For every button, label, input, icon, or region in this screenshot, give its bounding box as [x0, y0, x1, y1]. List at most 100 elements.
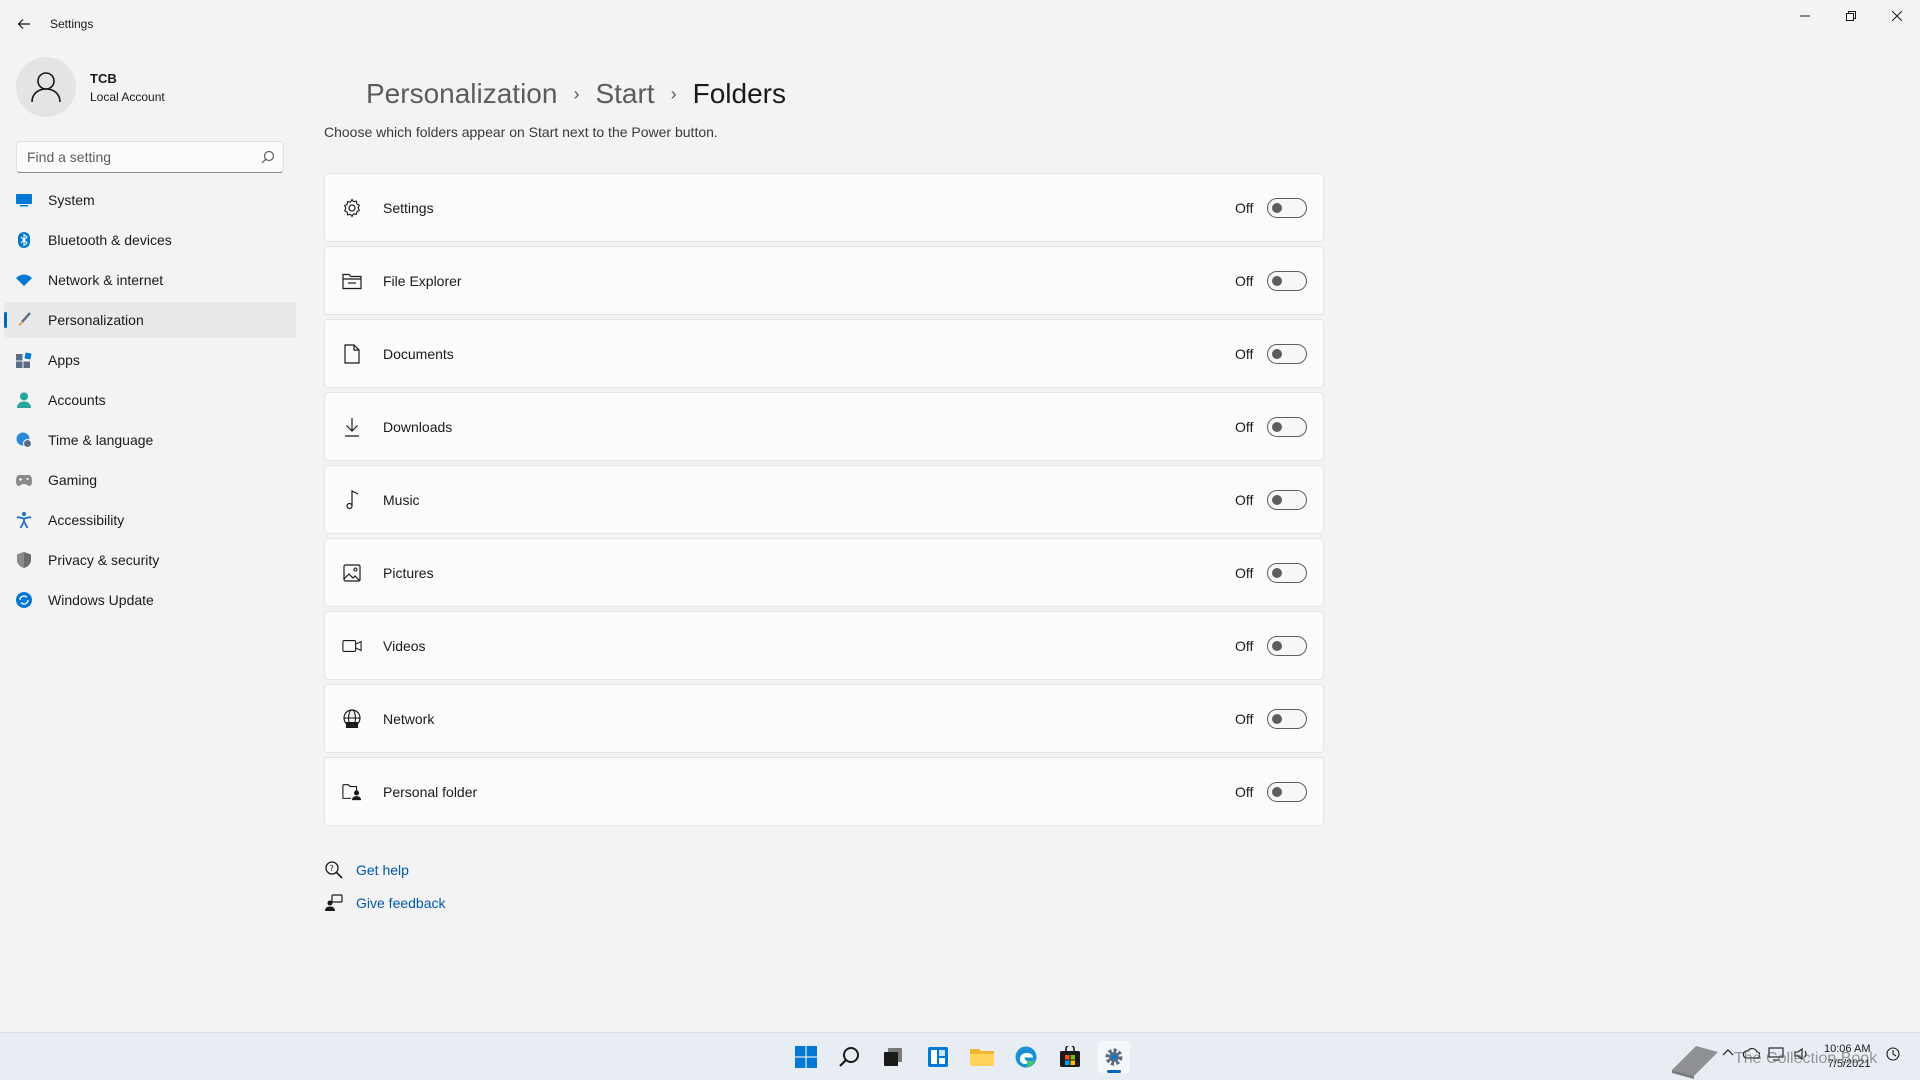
toggle-state: Off [1235, 273, 1254, 289]
sidebar-item-label: Network & internet [48, 272, 164, 288]
get-help-item[interactable]: ? Get help [324, 860, 446, 880]
videos-toggle[interactable] [1267, 636, 1307, 656]
music-toggle[interactable] [1267, 490, 1307, 510]
breadcrumb-start[interactable]: Start [595, 78, 654, 110]
sidebar-nav: System Bluetooth & devices Network & int… [4, 182, 296, 622]
folder-label: Videos [383, 638, 426, 654]
title-bar: Settings [0, 0, 1920, 48]
give-feedback-item[interactable]: Give feedback [324, 893, 446, 913]
task-view-icon[interactable] [877, 1041, 909, 1073]
folder-row-downloads: Downloads Off [324, 392, 1324, 461]
sidebar-item-network-internet[interactable]: Network & internet [4, 262, 296, 298]
download-icon [342, 417, 362, 437]
restore-icon [1846, 11, 1856, 21]
sidebar-item-accounts[interactable]: Accounts [4, 382, 296, 418]
help-section: ? Get help Give feedback [324, 860, 446, 926]
brush-icon [16, 312, 32, 328]
folder-row-pictures: Pictures Off [324, 538, 1324, 607]
minimize-icon [1800, 15, 1810, 17]
sidebar-item-label: Gaming [48, 472, 98, 488]
page-title: Folders [692, 78, 786, 109]
folder-row-file-explorer: File Explorer Off [324, 246, 1324, 315]
documents-toggle[interactable] [1267, 344, 1307, 364]
app-title: Settings [50, 17, 94, 31]
pictures-toggle[interactable] [1267, 563, 1307, 583]
sidebar-item-personalization[interactable]: Personalization [4, 302, 296, 338]
personal-folder-toggle[interactable] [1267, 782, 1307, 802]
help-chat-icon: ? [324, 861, 344, 879]
user-icon [31, 72, 61, 103]
give-feedback-link[interactable]: Give feedback [356, 895, 446, 911]
folder-label: Personal folder [383, 784, 478, 800]
toggle-state: Off [1235, 492, 1254, 508]
file-explorer-icon[interactable] [966, 1041, 998, 1073]
minimize-button[interactable] [1782, 0, 1828, 32]
folder-row-settings: Settings Off [324, 173, 1324, 242]
watermark-text: The Collection Book [1734, 1050, 1878, 1067]
downloads-toggle[interactable] [1267, 417, 1307, 437]
folder-row-personal-folder: Personal folder Off [324, 757, 1324, 826]
sidebar-item-system[interactable]: System [4, 182, 296, 218]
windows-start-icon[interactable] [790, 1041, 822, 1073]
profile-account-type: Local Account [90, 89, 165, 104]
profile-name: TCB [90, 70, 117, 86]
accounts-icon [16, 392, 32, 408]
sidebar-item-label: System [48, 192, 95, 208]
toggle-knob [1272, 495, 1282, 505]
settings-app-icon[interactable] [1098, 1041, 1130, 1073]
back-button[interactable] [12, 12, 36, 36]
restore-button[interactable] [1828, 0, 1874, 32]
toggle-state: Off [1235, 419, 1254, 435]
breadcrumb-personalization[interactable]: Personalization [366, 78, 557, 110]
folder-label: Pictures [383, 565, 434, 581]
toggle-state: Off [1235, 346, 1254, 362]
toggle-knob [1272, 714, 1282, 724]
back-arrow-icon [17, 19, 30, 29]
file-explorer-toggle[interactable] [1267, 271, 1307, 291]
close-button[interactable] [1874, 0, 1920, 32]
sidebar-item-apps[interactable]: Apps [4, 342, 296, 378]
breadcrumb: Personalization › Start › Folders [366, 78, 786, 110]
toggle-state: Off [1235, 565, 1254, 581]
settings-toggle[interactable] [1267, 198, 1307, 218]
search-box[interactable] [16, 141, 284, 173]
gear-icon [342, 198, 362, 218]
chevron-right-icon: › [573, 83, 580, 104]
sidebar-item-label: Accessibility [48, 512, 125, 528]
sidebar-item-privacy-security[interactable]: Privacy & security [4, 542, 296, 578]
sidebar-item-label: Bluetooth & devices [48, 232, 172, 248]
network-globe-icon [342, 709, 362, 729]
sidebar-item-gaming[interactable]: Gaming [4, 462, 296, 498]
edge-icon[interactable] [1010, 1041, 1042, 1073]
sidebar-item-accessibility[interactable]: Accessibility [4, 502, 296, 538]
toggle-knob [1272, 787, 1282, 797]
sidebar-item-time-language[interactable]: Time & language [4, 422, 296, 458]
wifi-icon [16, 272, 32, 288]
get-help-link[interactable]: Get help [356, 862, 409, 878]
sidebar-item-windows-update[interactable]: Windows Update [4, 582, 296, 618]
toggle-state: Off [1235, 784, 1254, 800]
folder-row-videos: Videos Off [324, 611, 1324, 680]
sidebar-item-label: Personalization [48, 312, 144, 328]
folder-row-network: Network Off [324, 684, 1324, 753]
picture-icon [342, 563, 362, 583]
book-logo-icon [1672, 1046, 1718, 1079]
system-icon [16, 192, 32, 208]
search-input[interactable] [27, 149, 247, 165]
search-icon[interactable] [834, 1041, 866, 1073]
toggle-state: Off [1235, 711, 1254, 727]
document-icon [342, 344, 362, 364]
network-toggle[interactable] [1267, 709, 1307, 729]
toggle-knob [1272, 203, 1282, 213]
sidebar-item-bluetooth-devices[interactable]: Bluetooth & devices [4, 222, 296, 258]
close-icon [1892, 11, 1902, 21]
widgets-icon[interactable] [922, 1041, 954, 1073]
feedback-icon [324, 894, 344, 912]
music-note-icon [342, 490, 362, 510]
store-icon[interactable] [1054, 1041, 1086, 1073]
folder-label: Downloads [383, 419, 453, 435]
watermark: The Collection Book [1668, 1040, 1920, 1080]
update-icon [16, 592, 32, 608]
profile-card[interactable]: TCB Local Account [16, 57, 165, 117]
folder-label: Music [383, 492, 420, 508]
